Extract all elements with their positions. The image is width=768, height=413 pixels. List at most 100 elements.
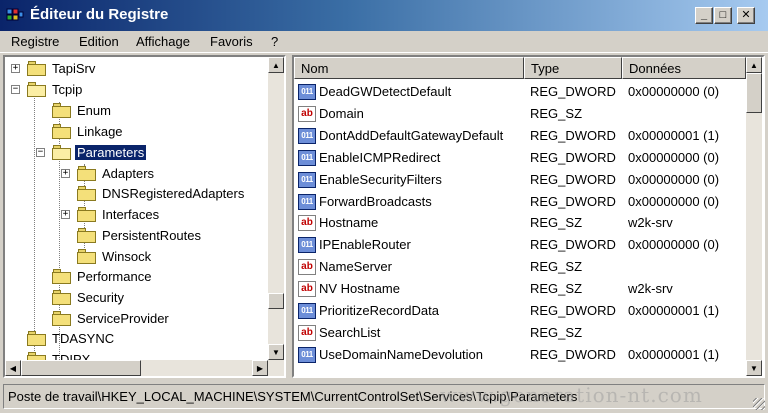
tree-item-label[interactable]: Adapters	[100, 166, 156, 181]
scroll-up-icon[interactable]: ▲	[746, 57, 762, 73]
list-item[interactable]: ab NV Hostname REG_SZ w2k-srv	[294, 278, 734, 300]
value-type: REG_DWORD	[530, 303, 616, 318]
tree-item-label[interactable]: Performance	[75, 269, 153, 284]
tree-item-label[interactable]: Security	[75, 290, 126, 305]
tree-item[interactable]: Enum	[5, 101, 267, 121]
value-data: 0x00000000 (0)	[628, 149, 720, 165]
tree-item-label[interactable]: Winsock	[100, 249, 153, 264]
menu-registre[interactable]: Registre	[11, 34, 59, 49]
list-scroll-thumb[interactable]	[746, 73, 762, 113]
column-header-type[interactable]: Type	[524, 57, 622, 79]
expand-icon[interactable]: +	[61, 169, 70, 178]
collapse-icon[interactable]: −	[36, 148, 45, 157]
close-button[interactable]: ✕	[737, 7, 755, 24]
tree-item[interactable]: + TapiSrv	[5, 59, 267, 79]
list-item[interactable]: 011 PrioritizeRecordData REG_DWORD 0x000000…	[294, 300, 734, 322]
tree-item-label[interactable]: PersistentRoutes	[100, 228, 203, 243]
tree-item[interactable]: ServiceProvider	[5, 309, 267, 329]
tree-item[interactable]: Security	[5, 288, 267, 308]
scroll-down-icon[interactable]: ▼	[268, 344, 284, 360]
expand-icon[interactable]: +	[11, 64, 20, 73]
value-name: PrioritizeRecordData	[319, 303, 439, 318]
resize-grip-icon[interactable]	[753, 398, 765, 410]
tree-vertical-scrollbar[interactable]: ▲ ▼	[268, 57, 284, 360]
tree-item[interactable]: + Interfaces	[5, 205, 267, 225]
list-item[interactable]: 011 EnableICMPRedirect REG_DWORD 0x00000000…	[294, 147, 734, 169]
list-item[interactable]: 011 EnableSecurityFilters REG_DWORD 0x00000…	[294, 169, 734, 191]
menu-help[interactable]: ?	[271, 34, 278, 49]
list-item[interactable]: 011 ForwardBroadcasts REG_DWORD 0x00000000 …	[294, 191, 734, 213]
menu-bar: Registre Edition Affichage Favoris ?	[0, 31, 768, 53]
tree-item-label[interactable]: Interfaces	[100, 207, 161, 222]
list-item[interactable]: 011 DeadGWDetectDefault REG_DWORD 0x0000000…	[294, 81, 734, 103]
tree-scroll-thumb[interactable]	[268, 293, 284, 309]
menu-affichage[interactable]: Affichage	[136, 34, 190, 49]
column-header-name[interactable]: Nom	[294, 57, 524, 79]
value-data: 0x00000000 (0)	[628, 237, 720, 253]
list-item[interactable]: ab Hostname REG_SZ w2k-srv	[294, 212, 734, 234]
string-icon: ab	[298, 259, 316, 276]
folder-icon	[77, 207, 97, 222]
tree-item[interactable]: Winsock	[5, 247, 267, 267]
dword-icon: 011	[298, 84, 316, 100]
dword-icon: 011	[298, 171, 316, 188]
tree-item[interactable]: PersistentRoutes	[5, 226, 267, 246]
list-item[interactable]: ab Domain REG_SZ	[294, 103, 734, 125]
value-type: REG_DWORD	[530, 346, 616, 362]
tree-item-label[interactable]: ServiceProvider	[75, 311, 171, 326]
value-type: REG_SZ	[530, 215, 583, 231]
tree-item[interactable]: + Adapters	[5, 164, 267, 184]
scroll-down-icon[interactable]: ▼	[746, 360, 762, 376]
value-type: REG_SZ	[530, 281, 583, 297]
list-item[interactable]: ab SearchList REG_SZ	[294, 322, 734, 344]
expand-icon[interactable]: +	[61, 210, 70, 219]
tree-item-label[interactable]: Parameters	[73, 144, 148, 161]
tree-item-label[interactable]: TDASYNC	[50, 331, 116, 346]
list-item[interactable]: 011 IPEnableRouter REG_DWORD 0x00000000 (0)	[294, 234, 734, 256]
value-data: w2k-srv	[628, 215, 673, 231]
tree-item[interactable]: − Parameters	[5, 143, 267, 163]
minimize-button[interactable]: _	[695, 7, 713, 24]
tree-hscroll-thumb[interactable]	[21, 360, 141, 376]
tree-item[interactable]: Performance	[5, 267, 267, 287]
value-type: REG_DWORD	[530, 237, 616, 253]
tree-item[interactable]: TDASYNC	[5, 329, 267, 349]
menu-edition[interactable]: Edition	[79, 34, 119, 49]
value-data: w2k-srv	[628, 281, 673, 297]
scroll-left-icon[interactable]: ◀	[5, 360, 21, 376]
tree-item-label[interactable]: DNSRegisteredAdapters	[100, 186, 246, 201]
value-name: SearchList	[319, 324, 381, 340]
list-item[interactable]: 011 UseDomainNameDevolution REG_DWORD 0x000…	[294, 344, 734, 366]
values-list-pane[interactable]: Nom Type Données 011 DeadGWDetectDefault R…	[292, 55, 765, 378]
collapse-icon[interactable]: −	[11, 85, 20, 94]
maximize-button[interactable]: □	[714, 7, 732, 24]
menu-favoris[interactable]: Favoris	[210, 34, 253, 49]
folder-icon	[77, 166, 97, 181]
value-name: UseDomainNameDevolution	[319, 346, 484, 362]
scroll-right-icon[interactable]: ▶	[252, 360, 268, 376]
tree-item-label[interactable]: TapiSrv	[50, 61, 97, 76]
value-name: IPEnableRouter	[319, 237, 411, 253]
value-type: REG_SZ	[530, 324, 583, 340]
column-header-data[interactable]: Données	[622, 57, 746, 79]
tree-horizontal-scrollbar[interactable]: ◀ ▶	[5, 360, 284, 376]
dword-icon: 011	[298, 237, 316, 254]
key-tree-pane[interactable]: + TapiSrv − Tcpip Enum Linkage − Parameters + Ada…	[3, 55, 286, 378]
tree-item[interactable]: DNSRegisteredAdapters	[5, 184, 267, 204]
tree-item-label[interactable]: Linkage	[75, 124, 125, 139]
tree-item[interactable]: Linkage	[5, 122, 267, 142]
open-folder-icon	[27, 82, 47, 97]
list-item[interactable]: ab NameServer REG_SZ	[294, 256, 734, 278]
list-vertical-scrollbar[interactable]: ▲ ▼	[746, 57, 762, 376]
close-icon: ✕	[741, 9, 751, 21]
list-item[interactable]: 011 DontAddDefaultGatewayDefault REG_DWORD…	[294, 125, 734, 147]
value-data: 0x00000001 (1)	[628, 127, 720, 143]
tree-item[interactable]: − Tcpip	[5, 80, 267, 100]
tree-item-label[interactable]: Enum	[75, 103, 113, 118]
folder-icon	[52, 124, 72, 139]
tree-item-label[interactable]: Tcpip	[50, 82, 84, 97]
maximize-icon: □	[719, 9, 727, 21]
title-bar[interactable]: Éditeur du Registre _ □ ✕	[0, 0, 768, 31]
string-icon: ab	[298, 281, 316, 298]
scroll-up-icon[interactable]: ▲	[268, 57, 284, 73]
